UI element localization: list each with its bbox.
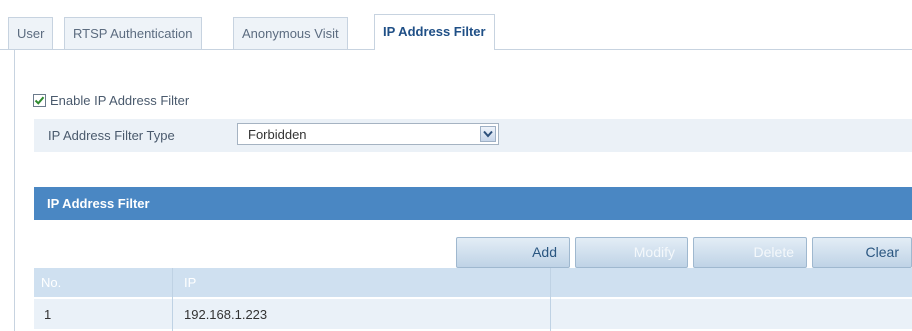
enable-ip-filter-row: Enable IP Address Filter xyxy=(33,91,189,109)
column-divider xyxy=(172,268,173,331)
modify-button[interactable]: Modify xyxy=(575,237,688,268)
filter-type-row: IP Address Filter Type Forbidden xyxy=(34,119,912,152)
enable-ip-filter-label: Enable IP Address Filter xyxy=(50,92,190,108)
checkmark-icon xyxy=(34,96,45,105)
filter-type-label: IP Address Filter Type xyxy=(48,128,175,143)
filter-type-select[interactable]: Forbidden xyxy=(237,123,499,145)
tab-bar: User RTSP Authentication Anonymous Visit… xyxy=(0,0,912,50)
clear-button[interactable]: Clear xyxy=(812,237,912,268)
table-row[interactable]: 1 192.168.1.223 xyxy=(34,299,912,329)
tab-anonymous-visit[interactable]: Anonymous Visit xyxy=(233,17,348,49)
section-header: IP Address Filter xyxy=(34,187,912,220)
chevron-down-icon[interactable] xyxy=(480,126,496,142)
section-title: IP Address Filter xyxy=(47,196,150,211)
enable-ip-filter-checkbox[interactable] xyxy=(33,93,46,107)
column-header-no: No. xyxy=(41,275,62,290)
filter-type-value: Forbidden xyxy=(248,127,307,142)
table-header: No. IP xyxy=(34,268,912,297)
tab-user[interactable]: User xyxy=(8,17,54,49)
row-ip: 192.168.1.223 xyxy=(184,307,268,322)
row-number: 1 xyxy=(44,307,52,322)
column-header-ip: IP xyxy=(184,275,197,290)
add-button[interactable]: Add xyxy=(456,237,570,268)
tab-ip-address-filter[interactable]: IP Address Filter xyxy=(374,14,495,50)
column-divider xyxy=(550,268,551,331)
delete-button[interactable]: Delete xyxy=(693,237,807,268)
tab-rtsp-authentication[interactable]: RTSP Authentication xyxy=(64,17,202,49)
